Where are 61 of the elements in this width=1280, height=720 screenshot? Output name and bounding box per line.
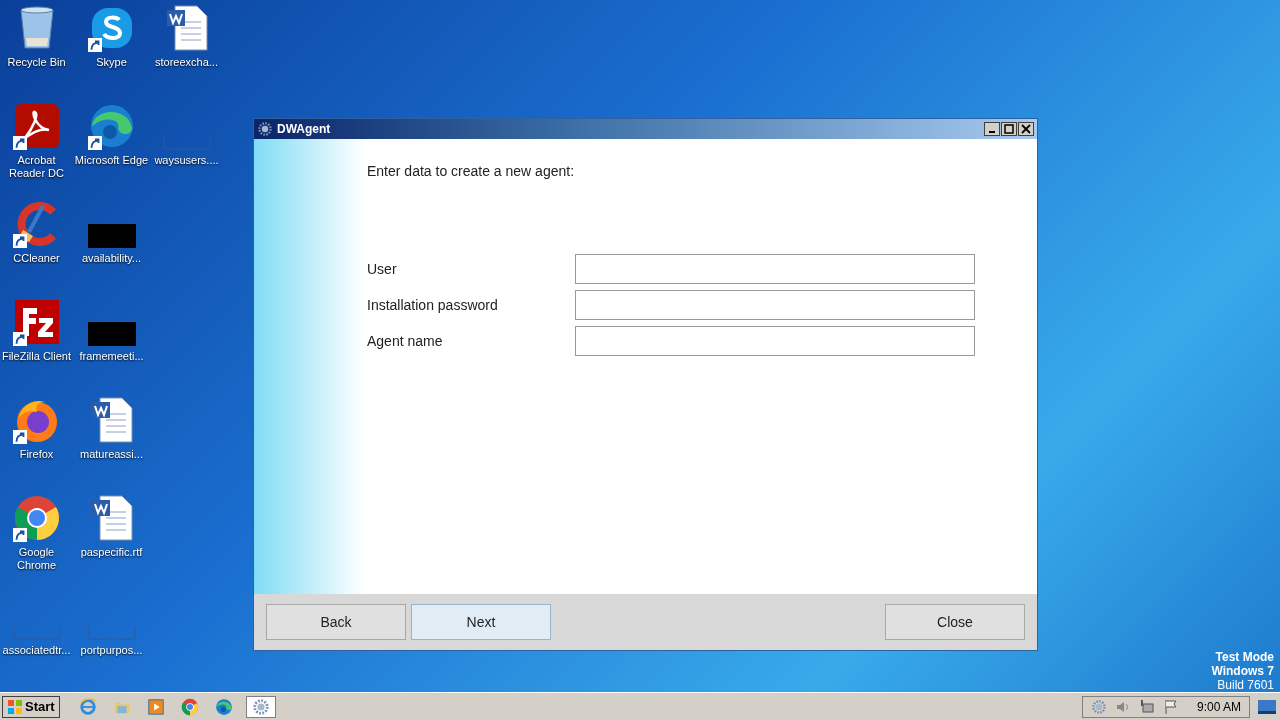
shortcut-arrow-icon bbox=[12, 136, 27, 150]
thumbnail-icon bbox=[87, 224, 136, 248]
window-title: DWAgent bbox=[277, 121, 331, 138]
dialog-button[interactable]: Next bbox=[411, 604, 551, 640]
icon-label[interactable]: framemeeti... bbox=[74, 350, 149, 363]
maximize-icon bbox=[1004, 124, 1014, 134]
thumbnail-icon bbox=[87, 322, 136, 346]
filezilla-icon bbox=[12, 298, 61, 346]
gear-icon bbox=[1090, 698, 1107, 715]
dialog-heading: Enter data to create a new agent: bbox=[367, 162, 576, 181]
close-icon bbox=[1021, 124, 1031, 134]
chrome-icon bbox=[12, 494, 61, 542]
icon-label[interactable]: matureassi... bbox=[74, 448, 149, 461]
taskbar-app-button[interactable] bbox=[245, 695, 276, 718]
start-button[interactable]: Start bbox=[2, 695, 60, 718]
maximize-button[interactable] bbox=[1001, 122, 1017, 136]
dialog-button[interactable]: Back bbox=[266, 604, 406, 640]
blank-file-icon bbox=[12, 626, 61, 640]
watermark-text: Test Mode bbox=[1215, 650, 1274, 664]
chrome-icon bbox=[180, 697, 199, 716]
watermark-text: Windows 7 bbox=[1211, 664, 1274, 678]
blank-file-icon bbox=[87, 626, 136, 640]
field-label: Installation password bbox=[367, 295, 499, 315]
minimize-icon bbox=[989, 131, 995, 133]
icon-label[interactable]: Google Chrome bbox=[0, 546, 74, 572]
shortcut-arrow-icon bbox=[87, 38, 102, 52]
flag-icon[interactable] bbox=[1162, 698, 1179, 715]
shortcut-arrow-icon bbox=[12, 332, 27, 346]
network-icon[interactable] bbox=[1138, 698, 1155, 715]
text-field[interactable] bbox=[575, 326, 975, 356]
gear-icon bbox=[257, 121, 273, 137]
icon-label[interactable]: FileZilla Client bbox=[0, 350, 74, 363]
dialog-button[interactable]: Close bbox=[885, 604, 1025, 640]
shortcut-arrow-icon bbox=[87, 136, 102, 150]
shortcut-arrow-icon bbox=[12, 234, 27, 248]
icon-label[interactable]: Microsoft Edge bbox=[74, 154, 149, 167]
icon-label[interactable]: CCleaner bbox=[0, 252, 74, 265]
field-label: Agent name bbox=[367, 331, 444, 351]
pdf-app-icon bbox=[12, 102, 61, 150]
icon-label[interactable]: Acrobat Reader DC bbox=[0, 154, 74, 180]
icon-label[interactable]: waysusers.... bbox=[149, 154, 224, 167]
show-desktop-icon[interactable] bbox=[1258, 699, 1276, 714]
gear-icon bbox=[251, 697, 270, 716]
minimize-button[interactable] bbox=[984, 122, 1000, 136]
icon-label[interactable]: availability... bbox=[74, 252, 149, 265]
shortcut-arrow-icon bbox=[12, 528, 27, 542]
icon-label[interactable]: portpurpos... bbox=[74, 644, 149, 657]
watermark-text: Build 7601 bbox=[1217, 678, 1274, 692]
icon-label[interactable]: associatedtr... bbox=[0, 644, 74, 657]
icon-label[interactable]: Firefox bbox=[0, 448, 74, 461]
shortcut-arrow-icon bbox=[12, 430, 27, 444]
edge-icon bbox=[214, 697, 233, 716]
icon-label[interactable]: paspecific.rtf bbox=[74, 546, 149, 559]
close-button[interactable] bbox=[1018, 122, 1034, 136]
icon-label[interactable]: Skype bbox=[74, 56, 149, 69]
text-field[interactable] bbox=[575, 290, 975, 320]
icon-label[interactable]: Recycle Bin bbox=[0, 56, 74, 69]
text-field[interactable] bbox=[575, 254, 975, 284]
field-label: User bbox=[367, 259, 398, 279]
windows-logo-icon bbox=[7, 698, 23, 715]
icon-label[interactable]: storeexcha... bbox=[149, 56, 224, 69]
